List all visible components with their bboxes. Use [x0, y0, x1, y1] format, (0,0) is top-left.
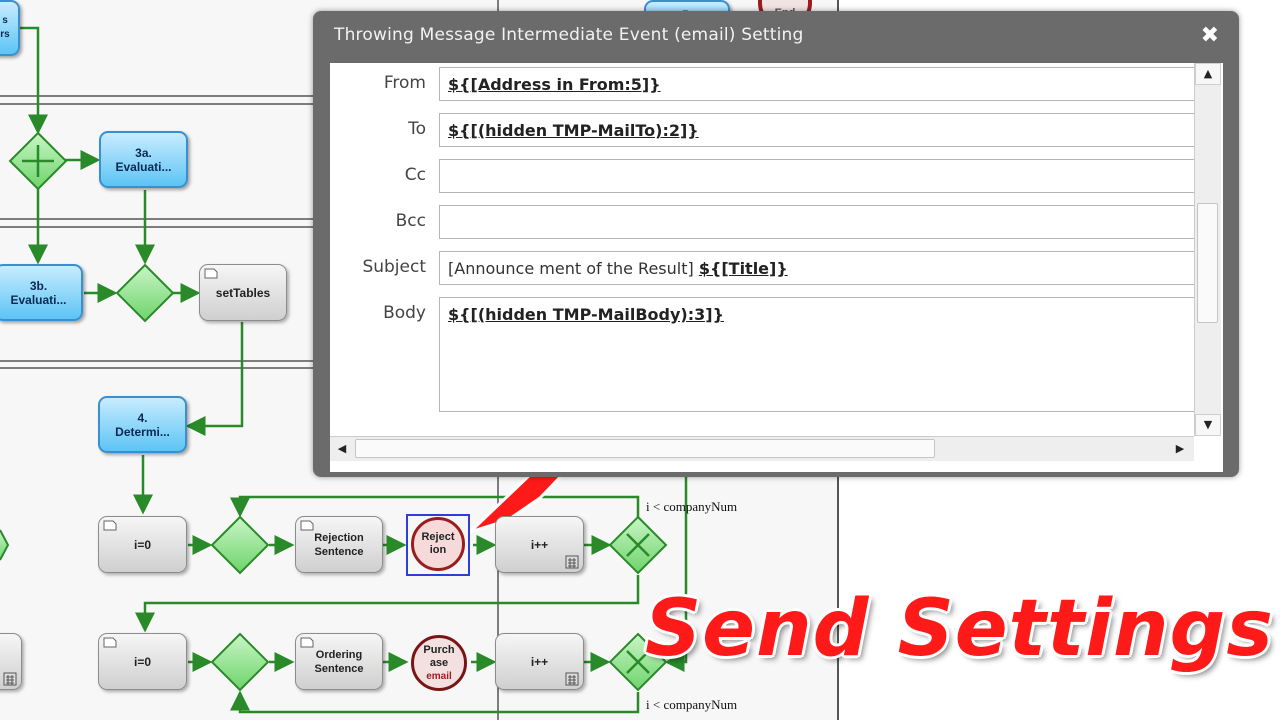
purchase-email-event[interactable]: Purch ase email: [411, 635, 467, 691]
calculator-icon: [565, 555, 579, 569]
loop-condition-1: i < companyNum: [646, 499, 738, 514]
scroll-up-icon[interactable]: ▲: [1195, 63, 1221, 85]
subject-label: Subject: [362, 257, 426, 277]
to-row: To ${[(hidden TMP-MailTo):2]}: [330, 109, 1210, 155]
task-label: i++: [530, 654, 549, 669]
script-icon: [103, 520, 117, 531]
subject-text: [Announce ment of the Result]: [448, 259, 699, 278]
task-3a-evaluation[interactable]: 3a. Evaluati...: [99, 131, 188, 188]
task-increment-2[interactable]: i++: [495, 633, 584, 690]
task-label: i=0: [133, 654, 151, 669]
dialog-title: Throwing Message Intermediate Event (ema…: [334, 25, 804, 45]
task-set-tables[interactable]: setTables: [199, 264, 287, 321]
cc-field[interactable]: [439, 159, 1199, 193]
script-icon: [300, 520, 314, 531]
from-variable[interactable]: ${[Address in From:5]}: [448, 75, 661, 94]
body-field[interactable]: ${[(hidden TMP-MailBody):3]}: [439, 297, 1199, 412]
from-label: From: [383, 73, 426, 93]
bcc-row: Bcc: [330, 201, 1210, 247]
email-settings-dialog: Throwing Message Intermediate Event (ema…: [313, 11, 1239, 477]
calculator-icon: [3, 672, 17, 686]
task-label: 3a. Evaluati...: [115, 145, 172, 174]
task-increment-1[interactable]: i++: [495, 516, 584, 573]
script-icon: [103, 637, 117, 648]
task-rejection-sentence[interactable]: Rejection Sentence: [295, 516, 383, 573]
task-label: Rejection Sentence: [314, 531, 364, 558]
task-label: setTables: [215, 285, 271, 300]
body-variable[interactable]: ${[(hidden TMP-MailBody):3]}: [448, 305, 724, 324]
task-4-determine[interactable]: 4. Determi...: [98, 396, 187, 453]
bcc-label: Bcc: [395, 211, 426, 231]
body-label: Body: [383, 303, 426, 323]
vertical-scrollbar[interactable]: ▲ ▼: [1194, 63, 1221, 436]
event-sublabel: email: [426, 670, 452, 682]
script-icon: [300, 637, 314, 648]
from-row: From ${[Address in From:5]}: [330, 63, 1210, 109]
scroll-down-icon[interactable]: ▼: [1195, 414, 1221, 436]
task-top-left[interactable]: s rs: [0, 0, 20, 56]
subject-variable[interactable]: ${[Title]}: [699, 259, 788, 278]
scroll-left-icon[interactable]: ◀: [330, 437, 354, 461]
to-field[interactable]: ${[(hidden TMP-MailTo):2]}: [439, 113, 1199, 147]
horizontal-scroll-thumb[interactable]: [355, 439, 935, 458]
task-label: i++: [530, 537, 549, 552]
vertical-scroll-thumb[interactable]: [1197, 203, 1218, 323]
close-icon[interactable]: ✖: [1201, 23, 1219, 48]
cc-label: Cc: [404, 165, 426, 185]
from-field[interactable]: ${[Address in From:5]}: [439, 67, 1199, 101]
task-label: i=0: [133, 537, 151, 552]
task-3b-evaluation[interactable]: 3b. Evaluati...: [0, 264, 83, 321]
task-label: Ordering Sentence: [314, 648, 364, 675]
body-row: Body ${[(hidden TMP-MailBody):3]}: [330, 293, 1210, 433]
task-init-counter-2[interactable]: i=0: [98, 633, 187, 690]
task-partial-left[interactable]: [0, 633, 22, 690]
horizontal-scrollbar[interactable]: ◀ ▶: [330, 436, 1194, 461]
bcc-field[interactable]: [439, 205, 1199, 239]
scroll-right-icon[interactable]: ▶: [1168, 437, 1192, 461]
task-ordering-sentence[interactable]: Ordering Sentence: [295, 633, 383, 690]
rejection-email-event[interactable]: Reject ion: [411, 517, 465, 571]
subject-field[interactable]: [Announce ment of the Result] ${[Title]}: [439, 251, 1199, 285]
cc-row: Cc: [330, 155, 1210, 201]
to-label: To: [408, 119, 426, 139]
event-label: Purch ase: [423, 643, 455, 669]
loop-condition-2: i < companyNum: [646, 697, 738, 712]
to-variable[interactable]: ${[(hidden TMP-MailTo):2]}: [448, 121, 699, 140]
dialog-form: From ${[Address in From:5]} To ${[(hidde…: [330, 63, 1223, 472]
send-settings-caption: Send Settings: [645, 584, 1274, 674]
task-label: 4. Determi...: [115, 410, 170, 439]
script-icon: [204, 268, 218, 279]
calculator-icon: [565, 672, 579, 686]
task-label: 3b. Evaluati...: [10, 278, 67, 307]
subject-row: Subject [Announce ment of the Result] ${…: [330, 247, 1210, 293]
event-label: Reject ion: [421, 531, 455, 556]
task-init-counter-1[interactable]: i=0: [98, 516, 187, 573]
task-label: s rs: [0, 15, 10, 40]
